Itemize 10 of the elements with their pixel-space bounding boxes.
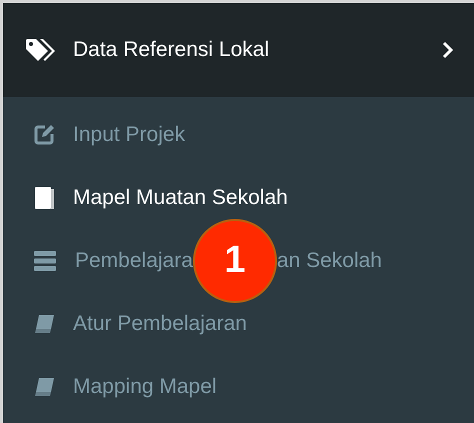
chevron-icon: [442, 41, 454, 59]
tag-icon: [25, 38, 57, 62]
menu-item-label[interactable]: Pembelajara: [75, 244, 193, 276]
edit-icon: [33, 124, 55, 146]
menu-item[interactable]: Mapping Mapel: [3, 355, 474, 418]
server-icon: [33, 250, 57, 272]
menu-header[interactable]: Data Referensi Lokal: [3, 3, 474, 97]
step-badge: 1: [192, 218, 277, 302]
menu-item-label[interactable]: an Sekolah: [276, 244, 382, 276]
menu-item[interactable]: Input Projek: [3, 103, 474, 166]
